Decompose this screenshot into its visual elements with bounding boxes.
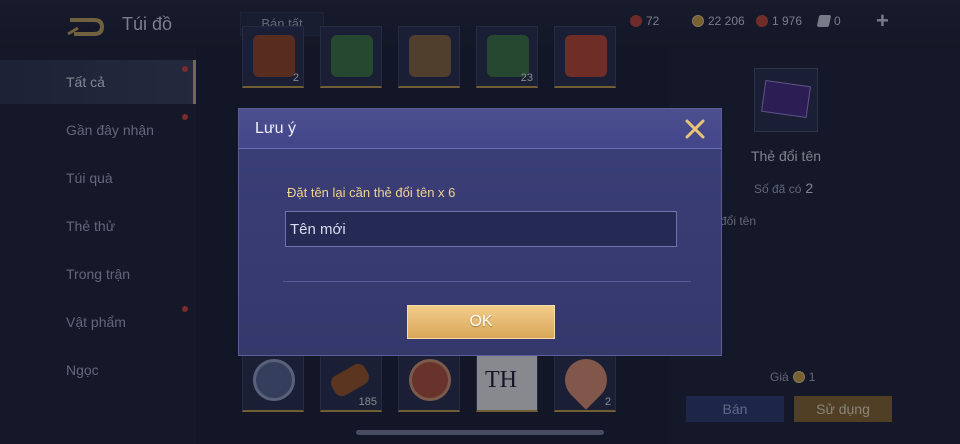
close-icon[interactable] [683, 117, 707, 141]
rename-dialog: Lưu ý Đặt tên lại cần thẻ đổi tên x 6 OK [238, 108, 722, 356]
divider [283, 281, 691, 282]
ok-button[interactable]: OK [407, 305, 555, 339]
dialog-title: Lưu ý [255, 120, 296, 137]
new-name-input[interactable] [285, 211, 677, 247]
rename-cost-message: Đặt tên lại cần thẻ đổi tên x 6 [287, 185, 456, 200]
dialog-header: Lưu ý [239, 109, 721, 149]
